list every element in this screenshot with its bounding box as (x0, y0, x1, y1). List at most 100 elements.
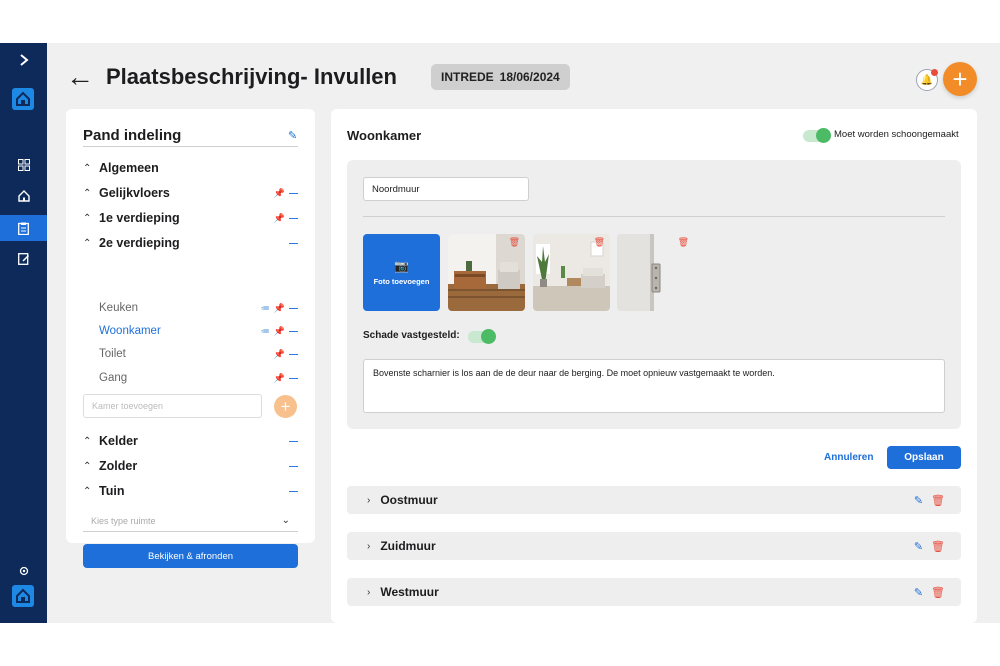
pin-icon[interactable]: 📌 (274, 213, 285, 224)
collapse-icon[interactable]: — (289, 188, 298, 198)
wall-card-noordmuur: Noordmuur 📷 Foto toevoegen 🗑 🗑 🗑 Schade … (347, 160, 961, 429)
pencil-icon[interactable]: ✎ (914, 494, 923, 507)
section-gelijkvloers[interactable]: ⌃ Gelijkvloers 📌 — (83, 184, 298, 202)
section-tuin[interactable]: ⌃ Tuin — (83, 482, 298, 500)
wall-name: Westmuur (380, 585, 439, 599)
save-button[interactable]: Opslaan (887, 446, 961, 469)
nav-edit[interactable] (0, 246, 47, 272)
nav-dashboard[interactable] (0, 152, 47, 178)
damage-description-field[interactable]: Bovenste scharnier is los aan de de deur… (363, 359, 945, 413)
wall-name-field[interactable]: Noordmuur (363, 177, 529, 201)
add-room-button[interactable]: + (274, 395, 297, 418)
bell-icon: 🔔 (920, 74, 934, 86)
page-title: Plaatsbeschrijving- Invullen (106, 64, 397, 89)
water-icon: ≔ (260, 325, 270, 336)
cancel-button[interactable]: Annuleren (824, 452, 873, 463)
photo-thumbnail[interactable]: 🗑 (533, 234, 610, 311)
room-gang[interactable]: Gang 📌 — (99, 369, 298, 387)
section-label: Tuin (99, 484, 125, 498)
nav-settings[interactable] (0, 558, 47, 584)
property-layout-panel: Pand indeling ✎ ⌃ Algemeen ⌃ Gelijkvloer… (66, 109, 315, 568)
collapse-icon[interactable]: — (289, 213, 298, 223)
pin-icon[interactable]: 📌 (274, 326, 285, 337)
section-label: 2e verdieping (99, 236, 180, 250)
chevron-right-icon: › (367, 494, 371, 506)
pin-icon[interactable]: 📌 (274, 373, 285, 384)
trash-icon[interactable]: 🗑 (931, 586, 945, 599)
footer-logo[interactable] (12, 585, 34, 607)
collapse-icon[interactable]: — (289, 238, 298, 248)
room-detail-panel: Woonkamer Moet worden schoongemaakt Noor… (331, 109, 977, 623)
room-label: Keuken (99, 302, 139, 314)
plus-icon: + (952, 64, 968, 94)
wall-row-zuidmuur[interactable]: › Zuidmuur ✎ 🗑 (347, 532, 961, 560)
room-toilet[interactable]: Toilet 📌 — (99, 345, 298, 363)
wall-row-oostmuur[interactable]: › Oostmuur ✎ 🗑 (347, 486, 961, 514)
wall-name: Oostmuur (380, 493, 438, 507)
back-arrow-icon[interactable]: ← (66, 63, 94, 91)
section-2e-verdieping[interactable]: ⌃ 2e verdieping — (83, 234, 298, 252)
collapse-icon[interactable]: — (289, 303, 298, 313)
section-label: Kelder (99, 434, 138, 448)
section-algemeen[interactable]: ⌃ Algemeen (83, 159, 298, 177)
toggle-knob (481, 329, 496, 344)
section-kelder[interactable]: ⌃ Kelder — (83, 432, 298, 450)
pin-icon[interactable]: 📌 (274, 303, 285, 314)
room-keuken[interactable]: Keuken ≔ 📌 — (99, 299, 298, 317)
nav-properties[interactable] (0, 183, 47, 209)
section-label: Algemeen (99, 161, 159, 175)
section-label: Gelijkvloers (99, 186, 170, 200)
app-frame: ← Plaatsbeschrijving- Invullen INTREDE 18… (0, 43, 1000, 623)
collapse-icon[interactable]: — (289, 373, 298, 383)
clean-toggle[interactable] (803, 128, 831, 143)
room-label: Gang (99, 372, 128, 384)
room-label: Toilet (99, 348, 126, 360)
notifications-button[interactable]: 🔔 (916, 69, 938, 91)
new-room-input[interactable]: Kamer toevoegen (83, 394, 262, 418)
pencil-icon[interactable]: ✎ (288, 129, 297, 142)
pin-icon[interactable]: 📌 (274, 188, 285, 199)
photo-thumbnail[interactable]: 🗑 (448, 234, 525, 311)
collapse-icon[interactable]: — (289, 486, 298, 496)
add-button[interactable]: + (943, 62, 977, 96)
collapse-icon[interactable]: — (289, 436, 298, 446)
pencil-icon[interactable]: ✎ (914, 540, 923, 553)
add-photo-button[interactable]: 📷 Foto toevoegen (363, 234, 440, 311)
clean-toggle-label: Moet worden schoongemaakt (834, 129, 959, 140)
chevron-up-icon: ⌃ (83, 435, 92, 447)
trash-icon[interactable]: 🗑 (931, 540, 945, 553)
logo-icon (16, 588, 30, 603)
nav-descriptions[interactable] (0, 215, 47, 241)
pencil-icon[interactable]: ✎ (914, 586, 923, 599)
badge-label: INTREDE (440, 70, 494, 84)
pin-icon[interactable]: 📌 (274, 349, 285, 360)
select-placeholder: Kies type ruimte (91, 515, 156, 526)
section-1e-verdieping[interactable]: ⌃ 1e verdieping 📌 — (83, 209, 298, 227)
camera-icon: 📷 (394, 259, 409, 273)
trash-icon[interactable]: 🗑 (594, 237, 605, 248)
page-header: ← Plaatsbeschrijving- Invullen INTREDE 18… (66, 63, 570, 91)
app-logo[interactable] (12, 88, 34, 110)
add-photo-label: Foto toevoegen (373, 277, 430, 286)
chevron-up-icon: ⌃ (83, 485, 92, 497)
section-label: 1e verdieping (99, 211, 180, 225)
trash-icon[interactable]: 🗑 (931, 494, 945, 507)
expand-sidebar-button[interactable] (0, 47, 47, 73)
room-type-select[interactable]: Kies type ruimte ⌄ (83, 510, 298, 532)
panel-title: Pand indeling (83, 127, 182, 144)
chevron-up-icon: ⌃ (83, 212, 92, 224)
collapse-icon[interactable]: — (289, 461, 298, 471)
review-finish-button[interactable]: Bekijken & afronden (83, 544, 298, 568)
collapse-icon[interactable]: — (289, 326, 298, 336)
damage-toggle[interactable] (468, 329, 496, 344)
logo-icon (16, 91, 30, 106)
title-underline (83, 146, 298, 147)
room-woonkamer[interactable]: Woonkamer ≔ 📌 — (99, 322, 298, 340)
section-zolder[interactable]: ⌃ Zolder — (83, 457, 298, 475)
photo-thumbnail[interactable]: 🗑 (617, 234, 694, 311)
trash-icon[interactable]: 🗑 (509, 237, 520, 248)
trash-icon[interactable]: 🗑 (678, 237, 689, 248)
collapse-icon[interactable]: — (289, 349, 298, 359)
divider (363, 216, 945, 217)
wall-row-westmuur[interactable]: › Westmuur ✎ 🗑 (347, 578, 961, 606)
